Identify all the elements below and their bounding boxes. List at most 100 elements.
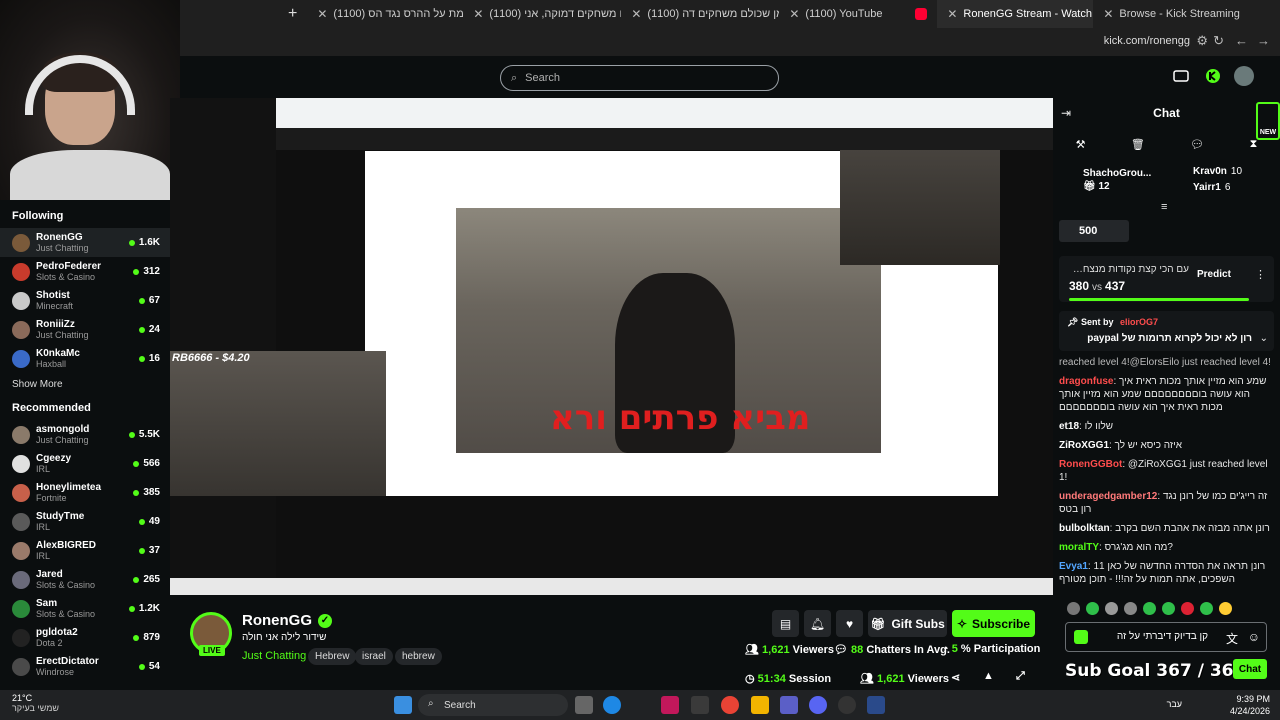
notifications-button[interactable]: 🔔︎ <box>804 610 831 637</box>
emote-icon[interactable] <box>1105 602 1118 615</box>
chat-username[interactable]: RonenGGBot <box>1059 459 1122 470</box>
start-menu-icon[interactable] <box>394 696 412 714</box>
prediction-card[interactable]: עם הכי קצת נקודות מנצחת ... 380 vs 437 Pre… <box>1059 256 1274 302</box>
sidebar-channel[interactable]: RoniiiZz Just Chatting 24 <box>0 315 170 344</box>
task-view-icon[interactable] <box>575 696 593 714</box>
emoji-icon[interactable]: ☺ <box>1248 630 1260 644</box>
top-gifter-1[interactable]: ShachoGrou... 🎁︎ 12 <box>1083 168 1151 192</box>
chat-username[interactable]: ZiRoXGG1 <box>1059 440 1109 451</box>
sidebar-channel[interactable]: StudyTme IRL 49 <box>0 507 170 536</box>
chevron-down-icon[interactable]: ⌄ <box>1260 333 1268 344</box>
emote-icon[interactable] <box>1086 602 1099 615</box>
kick-icon[interactable] <box>1205 68 1221 84</box>
follow-button[interactable]: ♥ <box>836 610 863 637</box>
search-input[interactable]: ⌕ Search <box>500 65 779 91</box>
stream-category[interactable]: Just Chatting <box>242 650 306 662</box>
sidebar-channel[interactable]: AlexBIGRED IRL 37 <box>0 536 170 565</box>
predict-button[interactable]: Predict <box>1197 269 1231 280</box>
emote-icon[interactable] <box>1162 602 1175 615</box>
close-tab-icon[interactable]: ✕ <box>1103 7 1113 21</box>
app-icon[interactable] <box>691 696 709 714</box>
close-tab-icon[interactable]: ✕ <box>947 7 957 21</box>
app-icon[interactable] <box>867 696 885 714</box>
chat-bubble-icon[interactable]: 💬︎ <box>1190 138 1204 151</box>
edge-icon[interactable] <box>603 696 621 714</box>
system-clock[interactable]: 9:39 PM 4/24/2026 <box>1230 693 1270 717</box>
chat-username[interactable]: moralTY <box>1059 542 1099 553</box>
forward-icon[interactable]: → <box>1257 33 1270 48</box>
channel-name[interactable]: RonenGG ✓ <box>242 612 332 629</box>
chat-username[interactable]: bulbolktan <box>1059 523 1110 534</box>
taskbar-search[interactable]: ⌕ Search <box>418 694 568 716</box>
sidebar-channel[interactable]: ErectDictator Windrose 54 <box>0 652 170 681</box>
top-gifter-2[interactable]: Krav0n 10 <box>1193 166 1242 177</box>
emote-icon[interactable] <box>1067 602 1080 615</box>
browser-tab[interactable]: ✕ (1100) האמת על ההרס נגד הס <box>307 0 463 28</box>
obs-icon[interactable] <box>838 696 856 714</box>
sidebar-channel[interactable]: PedroFederer Slots & Casino 312 <box>0 257 170 286</box>
language-indicator[interactable]: עבר <box>1167 699 1182 709</box>
cast-icon[interactable] <box>1173 68 1189 84</box>
browser-tab[interactable]: ✕ (1100) כולם משחקים דמוקה, אני <box>463 0 621 28</box>
url-field[interactable]: kick.com/ronengg <box>1104 35 1190 47</box>
reload-icon[interactable]: ↻ <box>1213 33 1224 49</box>
user-avatar[interactable] <box>1234 66 1254 86</box>
tag-hebrew-lower[interactable]: hebrew <box>395 648 442 665</box>
clip-button[interactable]: ▤ <box>772 610 799 637</box>
chat-username[interactable]: dragonfuse <box>1059 376 1113 387</box>
share-icon[interactable]: ⋖ <box>951 671 960 684</box>
site-settings-icon[interactable]: ⚙ <box>1196 33 1208 49</box>
emote-icon[interactable] <box>1200 602 1213 615</box>
emote-icon[interactable] <box>1124 602 1137 615</box>
theater-icon[interactable]: ⤢ <box>1016 670 1025 683</box>
chat-input[interactable]: קן בדיוק דיברתי על זה 文 ☺ <box>1065 622 1267 652</box>
channel-points[interactable]: 500 <box>1059 220 1129 242</box>
browser-tab[interactable]: ✕ (1100) בזמן שכולם משחקים דה <box>621 0 779 28</box>
close-tab-icon[interactable]: ✕ <box>631 7 641 21</box>
sidebar-channel[interactable]: Shotist Minecraft 67 <box>0 286 170 315</box>
more-options-icon[interactable]: ⋮ <box>1255 268 1266 281</box>
hourglass-icon[interactable]: ⧗ <box>1250 138 1258 151</box>
trash-icon[interactable]: 🗑︎ <box>1131 138 1145 151</box>
emote-icon[interactable] <box>1143 602 1156 615</box>
close-tab-icon[interactable]: ✕ <box>473 7 483 21</box>
chat-username[interactable]: underagedgamber12 <box>1059 491 1157 502</box>
tag-hebrew[interactable]: Hebrew <box>308 648 357 665</box>
discord-icon[interactable] <box>809 696 827 714</box>
file-explorer-icon[interactable] <box>751 696 769 714</box>
video-player[interactable]: RB6666 - $4.20 מביא פרתים ורא <box>170 98 1053 595</box>
gift-icon[interactable] <box>1074 630 1088 644</box>
close-tab-icon[interactable]: ✕ <box>317 7 327 21</box>
sidebar-channel[interactable]: Cgeezy IRL 566 <box>0 449 170 478</box>
sidebar-channel[interactable]: K0nkaMc Haxball 16 <box>0 344 170 373</box>
weather-widget[interactable]: 21°C שמשי בעיקר <box>12 693 59 713</box>
hammer-icon[interactable]: ⚒ <box>1076 138 1086 151</box>
sidebar-channel[interactable]: pgldota2 Dota 2 879 <box>0 623 170 652</box>
chat-username[interactable]: Evya1 <box>1059 561 1088 572</box>
chat-username[interactable]: et18 <box>1059 421 1079 432</box>
emote-icon[interactable] <box>1181 602 1194 615</box>
back-icon[interactable]: ← <box>1235 33 1248 48</box>
report-icon[interactable]: ▲ <box>983 670 994 682</box>
sidebar-channel[interactable]: RonenGG Just Chatting 1.6K <box>0 228 170 257</box>
sidebar-channel[interactable]: Honeylimetea Fortnite 385 <box>0 478 170 507</box>
sidebar-channel[interactable]: Jared Slots & Casino 265 <box>0 565 170 594</box>
close-tab-icon[interactable]: ✕ <box>789 7 799 21</box>
browser-tab[interactable]: ✕ Browse - Kick Streaming <box>1093 0 1249 28</box>
chat-send-button[interactable]: Chat <box>1233 659 1267 679</box>
sidebar-channel[interactable]: Sam Slots & Casino 1.2K <box>0 594 170 623</box>
new-tab-button[interactable]: + <box>278 5 307 23</box>
app-icon[interactable] <box>661 696 679 714</box>
show-more-link[interactable]: Show More <box>0 373 170 400</box>
chrome-icon[interactable] <box>721 696 739 714</box>
top-gifter-3[interactable]: Yairr1 6 <box>1193 182 1230 193</box>
sidebar-channel[interactable]: asmongold Just Chatting 5.5K <box>0 420 170 449</box>
gift-subs-button[interactable]: 🎁︎ Gift Subs <box>868 610 947 637</box>
expand-gifters-icon[interactable]: ≡ <box>1161 201 1167 213</box>
teams-icon[interactable] <box>780 696 798 714</box>
browser-tab[interactable]: ✕ (1100) YouTube <box>779 0 937 28</box>
subscribe-button[interactable]: ✧ Subscribe <box>952 610 1035 637</box>
browser-tab-active[interactable]: ✕ RonenGG Stream - Watch Live <box>937 0 1094 28</box>
translate-icon[interactable]: 文 <box>1226 630 1238 647</box>
emote-icon[interactable] <box>1219 602 1232 615</box>
